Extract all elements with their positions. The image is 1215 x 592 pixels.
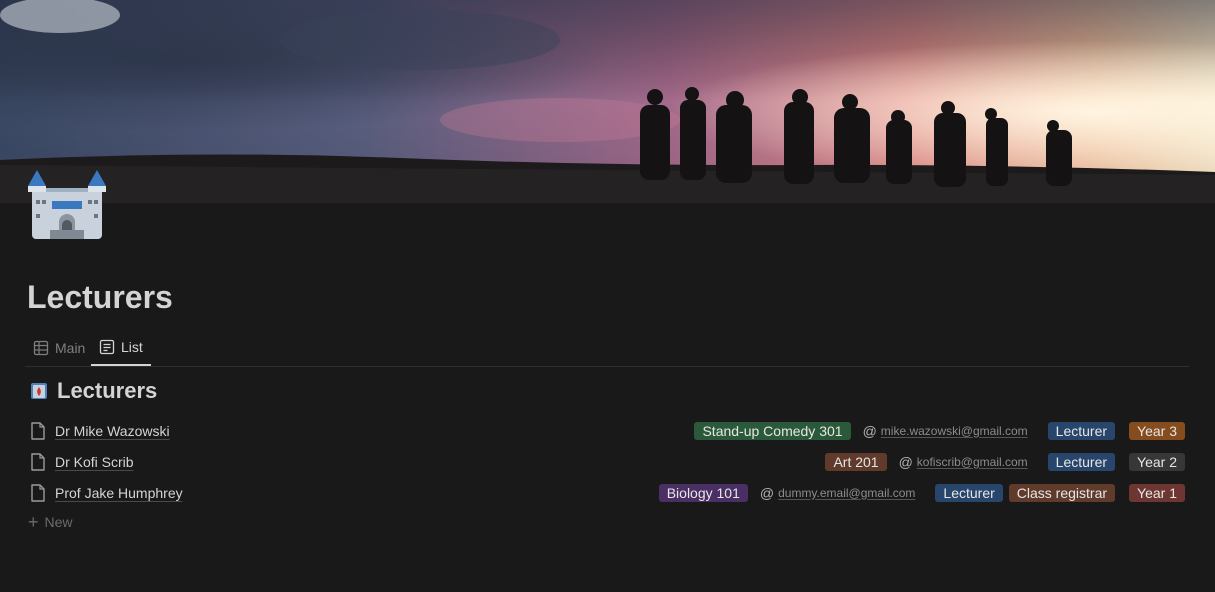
page-icon (30, 453, 46, 471)
list-item[interactable]: Dr Kofi Scrib Art 201 @ kofiscrib@gmail.… (25, 446, 1190, 477)
database-title-label: Lecturers (57, 378, 158, 403)
page-icon (30, 484, 46, 502)
lecturer-name[interactable]: Dr Mike Wazowski (55, 423, 170, 439)
role-tag: Class registrar (1008, 483, 1116, 502)
list-item[interactable]: Prof Jake Humphrey Biology 101 @ dummy.e… (25, 477, 1190, 508)
view-tabs: Main List (25, 330, 1189, 367)
at-icon: @ (898, 453, 913, 470)
role-tag: Lecturer (1047, 421, 1116, 440)
row-properties: Art 201 @ kofiscrib@gmail.com Lecturer Y… (825, 452, 1185, 471)
tab-list-label: List (121, 339, 143, 355)
list-item[interactable]: Dr Mike Wazowski Stand-up Comedy 301 @ m… (25, 415, 1190, 446)
lecturer-list: Dr Mike Wazowski Stand-up Comedy 301 @ m… (25, 415, 1190, 508)
new-item-button[interactable]: + New (28, 513, 73, 531)
at-icon: @ (759, 484, 775, 501)
page-title[interactable]: Lecturers (27, 278, 173, 316)
email-property[interactable]: @ kofiscrib@gmail.com (899, 454, 1028, 470)
database-title[interactable]: Lecturers (30, 378, 157, 404)
year-tag: Year 2 (1129, 452, 1185, 471)
page-cover[interactable] (0, 0, 1215, 203)
email-address[interactable]: kofiscrib@gmail.com (917, 455, 1028, 469)
role-tag: Lecturer (1047, 452, 1116, 471)
lecturer-name[interactable]: Prof Jake Humphrey (55, 485, 183, 501)
email-property[interactable]: @ mike.wazowski@gmail.com (863, 423, 1028, 439)
plus-icon: + (28, 512, 39, 532)
year-tag: Year 1 (1129, 483, 1185, 502)
email-address[interactable]: dummy.email@gmail.com (778, 486, 915, 500)
table-icon (33, 340, 49, 356)
course-tag: Biology 101 (658, 483, 748, 502)
year-tag: Year 3 (1129, 421, 1185, 440)
page-icon (30, 422, 46, 440)
tab-list[interactable]: List (91, 330, 151, 366)
castle-icon[interactable] (28, 170, 106, 240)
course-tag: Art 201 (825, 452, 887, 471)
tab-main[interactable]: Main (25, 330, 93, 365)
lecturer-name[interactable]: Dr Kofi Scrib (55, 454, 134, 470)
email-property[interactable]: @ dummy.email@gmail.com (760, 485, 916, 501)
sunset-silhouettes-cover (0, 0, 1215, 203)
course-tag: Stand-up Comedy 301 (694, 421, 851, 440)
castle-icon (30, 382, 48, 400)
tab-main-label: Main (55, 339, 86, 356)
row-properties: Biology 101 @ dummy.email@gmail.com Lect… (658, 483, 1185, 502)
row-properties: Stand-up Comedy 301 @ mike.wazowski@gmai… (694, 421, 1185, 440)
new-item-label: New (44, 514, 73, 530)
email-address[interactable]: mike.wazowski@gmail.com (881, 424, 1028, 438)
list-icon (99, 339, 115, 355)
at-icon: @ (862, 422, 877, 439)
role-tag: Lecturer (935, 483, 1003, 502)
